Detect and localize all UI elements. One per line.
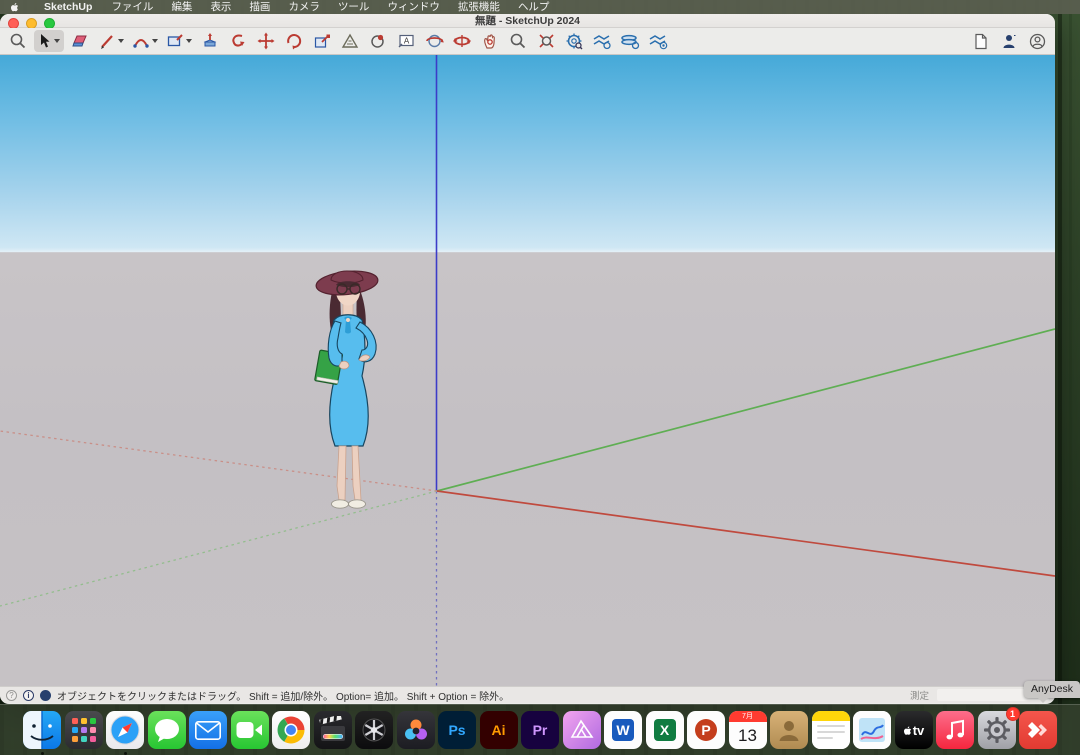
zoom-tool-icon[interactable]: [506, 30, 530, 52]
arc-tool-icon[interactable]: [130, 30, 160, 52]
dock-powerpoint-icon[interactable]: P: [687, 711, 725, 749]
dock-facetime-icon[interactable]: [231, 711, 269, 749]
dock-settings-icon[interactable]: 1: [978, 711, 1016, 749]
orbit-tool-icon[interactable]: [422, 30, 446, 52]
menu-draw[interactable]: 描画: [240, 0, 279, 14]
calendar-month-label: 7月: [729, 711, 767, 722]
help-icon[interactable]: ?: [6, 690, 17, 701]
settings-badge: 1: [1006, 707, 1020, 721]
account-icon[interactable]: [1025, 30, 1049, 52]
dock-affinity-icon[interactable]: [563, 711, 601, 749]
dock-messages-icon[interactable]: [148, 711, 186, 749]
sandbox-scratch-tool-icon[interactable]: [618, 30, 642, 52]
measurement-label: 測定: [910, 688, 929, 702]
photoshop-label: Ps: [448, 722, 465, 738]
line-dropdown-caret[interactable]: [118, 39, 124, 43]
instructor-icon[interactable]: [40, 690, 51, 701]
smoove-tool-icon[interactable]: [646, 30, 670, 52]
text-tool-icon[interactable]: A: [394, 30, 418, 52]
title-bar[interactable]: 無題 - SketchUp 2024: [0, 14, 1055, 28]
menu-app-name[interactable]: SketchUp: [34, 0, 102, 14]
rectangle-tool-icon[interactable]: [164, 30, 194, 52]
zoom-extents-tool-icon[interactable]: [534, 30, 558, 52]
illustrator-label: Ai: [492, 722, 506, 738]
dock-calendar-icon[interactable]: 7月 13: [729, 711, 767, 749]
sketchup-window: 無題 - SketchUp 2024: [0, 14, 1055, 704]
info-icon[interactable]: i: [23, 690, 34, 701]
new-document-icon[interactable]: [969, 30, 993, 52]
dock-word-icon[interactable]: W: [604, 711, 642, 749]
dock-photoshop-icon[interactable]: Ps: [438, 711, 476, 749]
apple-tv-label: tv: [913, 723, 925, 738]
drawing-axes: [0, 55, 1055, 686]
person-figure[interactable]: [300, 258, 400, 514]
dock-excel-icon[interactable]: X: [646, 711, 684, 749]
toolbar: A: [0, 28, 1055, 55]
anydesk-tooltip: AnyDesk: [1024, 681, 1080, 698]
status-hint-text: オブジェクトをクリックまたはドラッグ。 Shift = 追加/除外。 Optio…: [57, 688, 509, 703]
svg-text:A: A: [403, 37, 409, 46]
dock-freeform-icon[interactable]: [853, 711, 891, 749]
dock-finder-icon[interactable]: [23, 711, 61, 749]
follow-me-tool-icon[interactable]: [226, 30, 250, 52]
menu-edit[interactable]: 編集: [162, 0, 201, 14]
powerpoint-label: P: [695, 719, 717, 741]
apple-menu-icon[interactable]: [10, 2, 20, 13]
desktop: SketchUp ファイル 編集 表示 描画 カメラ ツール ウィンドウ 拡張機…: [0, 0, 1080, 755]
dock-anydesk-icon[interactable]: [1019, 711, 1057, 749]
move-tool-icon[interactable]: [254, 30, 278, 52]
menu-tools[interactable]: ツール: [329, 0, 379, 14]
line-tool-icon[interactable]: [96, 30, 126, 52]
excel-label: X: [654, 719, 676, 741]
dock-launchpad-icon[interactable]: [65, 711, 103, 749]
menu-camera[interactable]: カメラ: [279, 0, 329, 14]
push-pull-tool-icon[interactable]: [198, 30, 222, 52]
menu-help[interactable]: ヘルプ: [509, 0, 559, 14]
arc-dropdown-caret[interactable]: [152, 39, 158, 43]
dock-mail-icon[interactable]: [189, 711, 227, 749]
dock-illustrator-icon[interactable]: Ai: [480, 711, 518, 749]
window-title: 無題 - SketchUp 2024: [0, 14, 1055, 29]
menu-view[interactable]: 表示: [201, 0, 240, 14]
dock-premiere-icon[interactable]: Pr: [521, 711, 559, 749]
word-label: W: [612, 719, 634, 741]
premiere-label: Pr: [533, 722, 548, 738]
status-bar: ? i オブジェクトをクリックまたはドラッグ。 Shift = 追加/除外。 O…: [0, 686, 1055, 703]
model-info-icon[interactable]: [997, 30, 1021, 52]
dock-music-icon[interactable]: [936, 711, 974, 749]
rotate-view-tool-icon[interactable]: [450, 30, 474, 52]
select-dropdown-caret[interactable]: [54, 39, 60, 43]
select-tool-icon[interactable]: [34, 30, 64, 52]
rectangle-dropdown-caret[interactable]: [186, 39, 192, 43]
dock-final-cut-pro-icon[interactable]: [314, 711, 352, 749]
search-tool-icon[interactable]: [6, 30, 30, 52]
dock: Ps Ai Pr W X P: [0, 704, 1080, 755]
rotate-tool-icon[interactable]: [282, 30, 306, 52]
dock-compressor-icon[interactable]: [355, 711, 393, 749]
pan-tool-icon[interactable]: [478, 30, 502, 52]
dock-davinci-resolve-icon[interactable]: [397, 711, 435, 749]
menu-extensions[interactable]: 拡張機能: [449, 0, 509, 14]
paint-bucket-tool-icon[interactable]: [366, 30, 390, 52]
sandbox-contours-tool-icon[interactable]: [590, 30, 614, 52]
scale-tool-icon[interactable]: [310, 30, 334, 52]
dock-chrome-icon[interactable]: [272, 711, 310, 749]
dock-apple-tv-icon[interactable]: tv: [895, 711, 933, 749]
eraser-tool-icon[interactable]: [68, 30, 92, 52]
dock-notes-icon[interactable]: [812, 711, 850, 749]
warehouse-search-tool-icon[interactable]: [562, 30, 586, 52]
menu-bar: SketchUp ファイル 編集 表示 描画 カメラ ツール ウィンドウ 拡張機…: [0, 0, 1080, 14]
dock-safari-icon[interactable]: [106, 711, 144, 749]
dock-contacts-icon[interactable]: [770, 711, 808, 749]
calendar-day-label: 13: [729, 722, 767, 749]
model-viewport[interactable]: [0, 55, 1055, 686]
menu-file[interactable]: ファイル: [102, 0, 162, 14]
tape-measure-tool-icon[interactable]: [338, 30, 362, 52]
menu-window[interactable]: ウィンドウ: [378, 0, 449, 14]
